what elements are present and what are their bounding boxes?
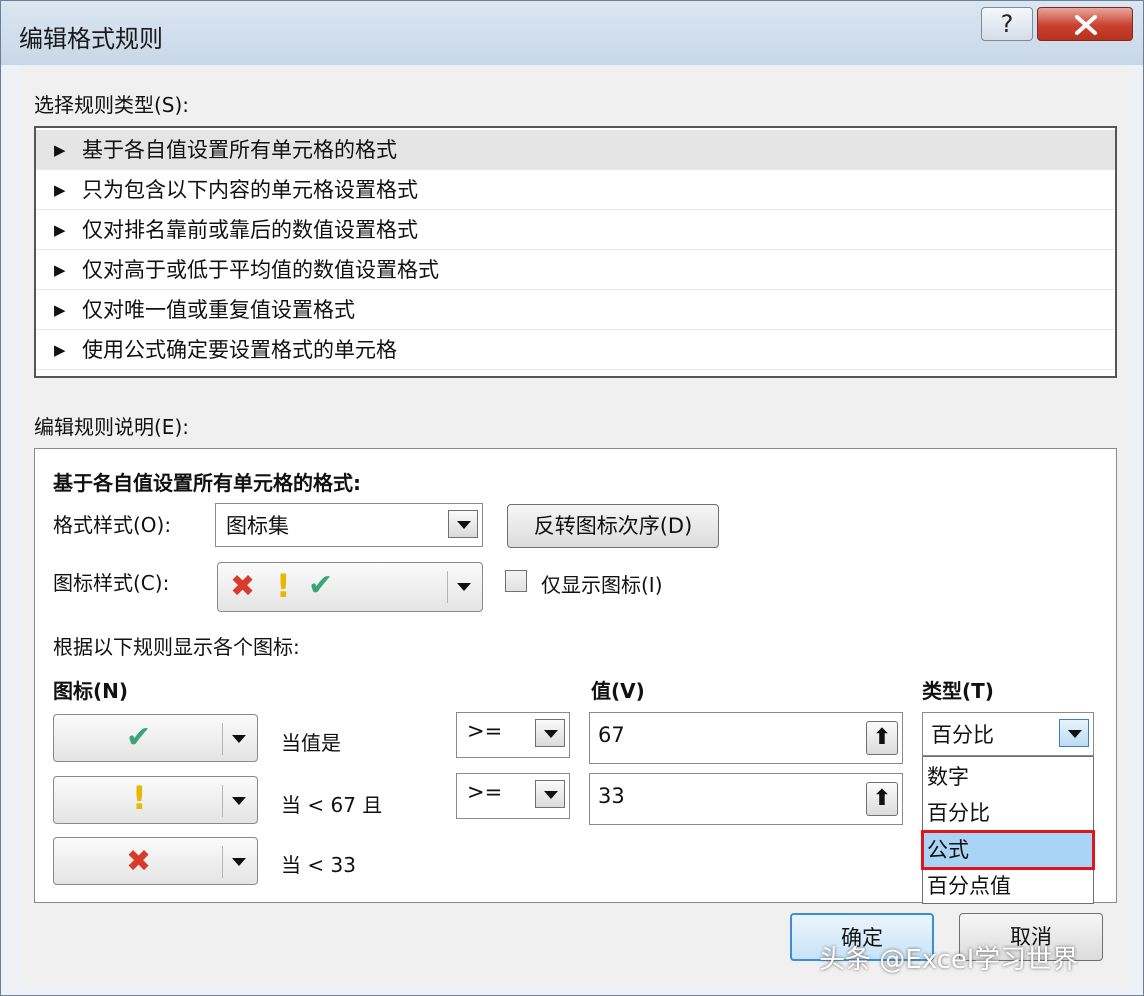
chevron-down-icon: [535, 719, 565, 747]
chevron-down-icon: [232, 797, 246, 805]
dropdown-option-percent[interactable]: 百分比: [923, 795, 1093, 831]
rule-type-item[interactable]: ▶ 仅对排名靠前或靠后的数值设置格式: [36, 210, 1115, 250]
triangle-right-icon: ▶: [54, 341, 66, 359]
red-cross-icon: ✖: [126, 844, 152, 879]
condition-label-row-2: 当 < 67 且: [281, 793, 383, 817]
chevron-down-icon: [232, 858, 246, 866]
icon-select-row-1[interactable]: ✔: [53, 714, 258, 762]
title-bar: 编辑格式规则 ?: [1, 1, 1143, 65]
chevron-down-icon: [448, 510, 478, 538]
green-check-icon: ✔: [126, 720, 152, 755]
condition-label-row-3: 当 < 33: [281, 853, 356, 877]
show-icon-only-label: 仅显示图标(I): [541, 573, 663, 597]
value-input-row-1[interactable]: 67 ⬆: [589, 712, 903, 764]
triangle-right-icon: ▶: [54, 141, 66, 159]
chevron-down-icon: [232, 735, 246, 743]
rule-type-list: ▶ 基于各自值设置所有单元格的格式 ▶ 只为包含以下内容的单元格设置格式 ▶ 仅对排名…: [34, 126, 1117, 378]
triangle-right-icon: ▶: [54, 181, 66, 199]
show-icon-only-checkbox[interactable]: [505, 570, 527, 592]
close-icon: [1075, 15, 1097, 35]
close-button[interactable]: [1037, 7, 1133, 41]
reverse-icon-order-button[interactable]: 反转图标次序(D): [507, 504, 719, 548]
chevron-down-icon: [535, 780, 565, 808]
operator-select-row-2[interactable]: >=: [456, 773, 570, 819]
format-style-select[interactable]: 图标集: [215, 503, 483, 547]
rule-type-item[interactable]: ▶ 使用公式确定要设置格式的单元格: [36, 330, 1115, 370]
icon-style-label: 图标样式(C):: [53, 571, 170, 595]
column-icon-header: 图标(N): [53, 679, 129, 703]
chevron-down-icon: [1059, 719, 1089, 747]
yellow-exclamation-icon: !: [276, 567, 291, 605]
dropdown-option-percentile[interactable]: 百分点值: [923, 868, 1093, 904]
operator-select-row-1[interactable]: >=: [456, 712, 570, 758]
green-check-icon: ✔: [308, 568, 334, 603]
rule-type-item[interactable]: ▶ 仅对唯一值或重复值设置格式: [36, 290, 1115, 330]
rule-type-item[interactable]: ▶ 仅对高于或低于平均值的数值设置格式: [36, 250, 1115, 290]
triangle-right-icon: ▶: [54, 261, 66, 279]
panel-heading: 基于各自值设置所有单元格的格式:: [53, 471, 361, 495]
dropdown-option-formula[interactable]: 公式: [921, 830, 1095, 870]
rule-type-label: 选择规则类型(S):: [34, 93, 190, 117]
edit-description-label: 编辑规则说明(E):: [34, 415, 189, 439]
dropdown-option-number[interactable]: 数字: [923, 759, 1093, 795]
edit-format-rule-dialog: 编辑格式规则 ? 选择规则类型(S): ▶ 基于各自值设置所有单元格的格式 ▶ 只为…: [0, 0, 1144, 996]
collapse-dialog-icon[interactable]: ⬆: [866, 721, 898, 755]
icon-style-select[interactable]: ✖ ! ✔: [217, 562, 483, 612]
red-cross-icon: ✖: [230, 569, 256, 604]
dialog-body: 选择规则类型(S): ▶ 基于各自值设置所有单元格的格式 ▶ 只为包含以下内容的单元…: [19, 65, 1129, 989]
dialog-title: 编辑格式规则: [19, 25, 163, 53]
condition-label-row-1: 当值是: [281, 731, 341, 755]
yellow-exclamation-icon: !: [132, 779, 147, 817]
icon-rule-caption: 根据以下规则显示各个图标:: [53, 635, 300, 659]
icon-select-row-2[interactable]: !: [53, 776, 258, 824]
column-value-header: 值(V): [591, 679, 645, 703]
icon-select-row-3[interactable]: ✖: [53, 837, 258, 885]
type-dropdown-list: 数字 百分比 公式 百分点值: [921, 756, 1095, 904]
format-style-label: 格式样式(O):: [53, 513, 172, 537]
collapse-dialog-icon[interactable]: ⬆: [866, 782, 898, 816]
chevron-down-icon: [457, 583, 471, 591]
triangle-right-icon: ▶: [54, 221, 66, 239]
triangle-right-icon: ▶: [54, 301, 66, 319]
help-icon: ?: [1000, 10, 1014, 38]
help-button[interactable]: ?: [981, 7, 1033, 41]
watermark-text: 头条 @Excel学习世界: [819, 945, 1079, 975]
rule-type-item[interactable]: ▶ 只为包含以下内容的单元格设置格式: [36, 170, 1115, 210]
rule-type-item[interactable]: ▶ 基于各自值设置所有单元格的格式: [36, 130, 1115, 170]
column-type-header: 类型(T): [922, 679, 994, 703]
value-input-row-2[interactable]: 33 ⬆: [589, 773, 903, 825]
type-select-row-1[interactable]: 百分比: [922, 712, 1094, 756]
